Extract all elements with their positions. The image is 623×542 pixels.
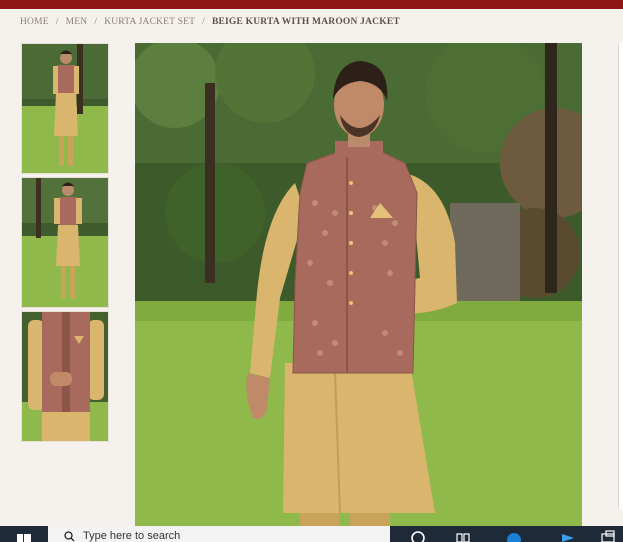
thumbnail-1[interactable]: [21, 43, 109, 174]
windows-start-button[interactable]: [0, 526, 48, 542]
product-photo: [135, 43, 582, 526]
main-product-image[interactable]: [135, 43, 582, 526]
store-icon[interactable]: [560, 528, 576, 542]
task-view-icon[interactable]: [455, 528, 471, 542]
windows-start-icon: [17, 534, 31, 542]
breadcrumb-current: BEIGE KURTA WITH MAROON JACKET: [211, 17, 400, 27]
breadcrumb-separator: /: [94, 17, 98, 27]
brand-top-bar: [0, 0, 623, 9]
breadcrumb-men[interactable]: MEN: [66, 17, 88, 27]
search-icon: [64, 531, 75, 542]
breadcrumb-home[interactable]: HOME: [20, 17, 49, 27]
search-placeholder: Type here to search: [83, 530, 181, 542]
thumbnail-2-image: [22, 178, 108, 307]
thumbnail-3-image: [22, 312, 108, 441]
thumbnail-3[interactable]: [21, 311, 109, 442]
cortana-icon[interactable]: [410, 528, 426, 542]
breadcrumb: HOME / MEN / KURTA JACKET SET / BEIGE KU…: [20, 15, 400, 29]
taskbar-search-box[interactable]: Type here to search: [48, 526, 390, 542]
breadcrumb-separator: /: [55, 17, 59, 27]
edge-icon[interactable]: [506, 528, 522, 542]
breadcrumb-kurta-jacket-set[interactable]: KURTA JACKET SET: [104, 17, 195, 27]
thumbnail-1-image: [22, 44, 108, 173]
windows-taskbar: Type here to search: [0, 526, 623, 542]
product-details-panel: [618, 43, 623, 509]
thumbnail-2[interactable]: [21, 177, 109, 308]
breadcrumb-separator: /: [202, 17, 205, 27]
files-icon[interactable]: [600, 528, 616, 542]
